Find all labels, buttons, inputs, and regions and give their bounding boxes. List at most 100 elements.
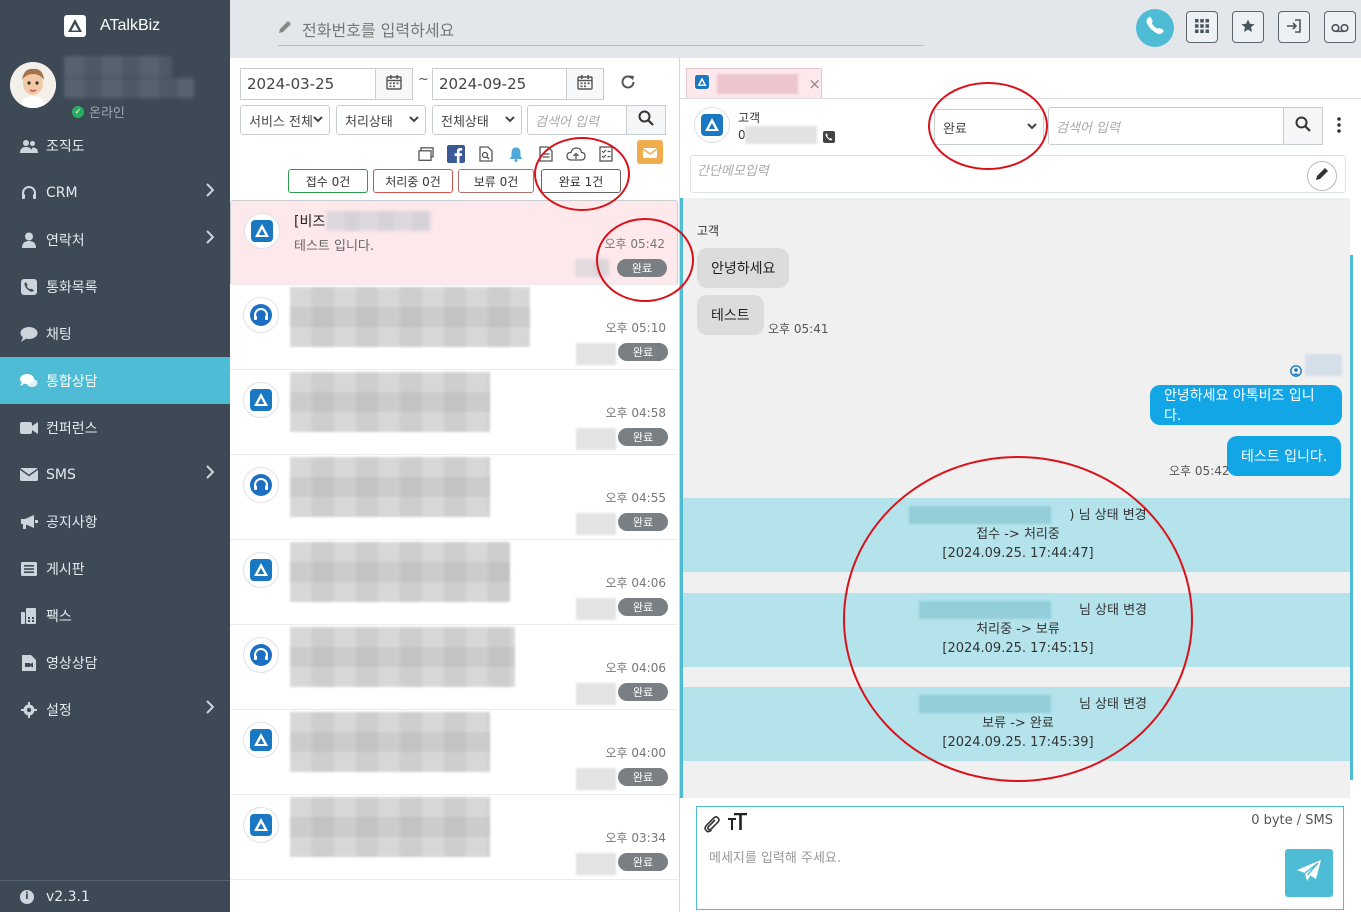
date-from-picker-button[interactable] bbox=[375, 68, 413, 100]
document-icon[interactable] bbox=[536, 144, 556, 164]
envelope-icon bbox=[642, 143, 658, 162]
menu-item-video-consult[interactable]: 영상상담 bbox=[0, 639, 230, 686]
date-from-input[interactable]: 2024-03-25 bbox=[240, 68, 376, 100]
chat-icon bbox=[20, 326, 38, 342]
status-filter-processing[interactable]: 처리중 0건 bbox=[373, 169, 453, 193]
menu-label: 컨퍼런스 bbox=[46, 420, 98, 437]
menu-item-chat[interactable]: 채팅 bbox=[0, 310, 230, 357]
conversation-item[interactable]: [비즈 테스트 입니다. 오후 05:42 완료 bbox=[230, 200, 678, 285]
mail-button[interactable] bbox=[637, 140, 663, 164]
user-profile[interactable]: ✓ 온라인 bbox=[10, 56, 220, 122]
conversation-item[interactable]: 오후 04:00 완료 bbox=[230, 710, 678, 795]
status-filter-done[interactable]: 완료 1건 bbox=[541, 169, 621, 193]
paperclip-icon[interactable] bbox=[703, 815, 721, 837]
dialpad-button[interactable] bbox=[1186, 11, 1218, 43]
menu-item-conference[interactable]: 컨퍼런스 bbox=[0, 404, 230, 451]
incoming-message: 안녕하세요 bbox=[697, 248, 790, 288]
conversation-redacted bbox=[290, 542, 510, 602]
megaphone-icon bbox=[20, 514, 38, 530]
login-button[interactable] bbox=[1278, 11, 1310, 43]
menu-item-integrated-consult[interactable]: 통합상담 bbox=[0, 357, 230, 404]
chat-status-select[interactable]: 완료 bbox=[934, 109, 1044, 145]
conversation-redacted bbox=[290, 627, 515, 687]
memo-save-button[interactable] bbox=[1307, 161, 1337, 191]
conversation-item[interactable]: 오후 04:06 완료 bbox=[230, 625, 678, 710]
chevron-right-icon bbox=[206, 183, 215, 201]
menu-item-org[interactable]: 조직도 bbox=[0, 122, 230, 169]
chat-header: 고객 0 완료 검색어 입력 간단메모입력 bbox=[690, 98, 1352, 194]
agent-name-redacted bbox=[1305, 354, 1342, 376]
bell-icon[interactable] bbox=[506, 144, 526, 164]
menu-item-notice[interactable]: 공지사항 bbox=[0, 498, 230, 545]
list-search-button[interactable] bbox=[626, 105, 666, 135]
menu-item-sms[interactable]: SMS bbox=[0, 451, 230, 498]
service-select[interactable]: 서비스 전체 bbox=[240, 105, 330, 135]
atalk-channel-icon bbox=[244, 213, 280, 249]
list-icon bbox=[20, 561, 38, 576]
call-button[interactable] bbox=[1136, 9, 1174, 47]
menu-item-crm[interactable]: CRM bbox=[0, 169, 230, 216]
conversation-item[interactable]: 오후 04:58 완료 bbox=[230, 370, 678, 455]
thread-scrollbar[interactable] bbox=[1350, 255, 1353, 780]
conversation-item[interactable]: 오후 05:10 완료 bbox=[230, 285, 678, 370]
conversation-title: [비즈 bbox=[294, 214, 326, 230]
menu-item-contacts[interactable]: 연락처 bbox=[0, 216, 230, 263]
calendar-icon bbox=[577, 74, 593, 94]
user-redacted bbox=[919, 695, 1051, 713]
pencil-icon bbox=[278, 19, 292, 38]
chevron-right-icon bbox=[206, 230, 215, 248]
online-status: ✓ 온라인 bbox=[72, 102, 125, 121]
sidebar: ATalkBiz ✓ 온라인 조직도 CRM 연락처 통화목록 채팅 통합상담 … bbox=[0, 0, 230, 912]
favorites-button[interactable] bbox=[1232, 11, 1264, 43]
status-change-notice: 님 상태 변경 처리중 -> 보류 [2024.09.25. 17:45:15] bbox=[683, 593, 1353, 667]
status-filter-hold[interactable]: 보류 0건 bbox=[458, 169, 534, 193]
menu-item-board[interactable]: 게시판 bbox=[0, 545, 230, 592]
date-to-picker-button[interactable] bbox=[566, 68, 604, 100]
status-badge: 완료 bbox=[618, 768, 668, 786]
conversation-item[interactable]: 오후 03:34 완료 bbox=[230, 795, 678, 880]
window-icon[interactable] bbox=[416, 144, 436, 164]
process-status-select[interactable]: 처리상태 bbox=[336, 105, 426, 135]
conversation-item[interactable]: 오후 04:55 완료 bbox=[230, 455, 678, 540]
refresh-icon[interactable] bbox=[620, 74, 636, 94]
list-search-input[interactable]: 검색어 입력 bbox=[527, 105, 627, 135]
envelope-icon bbox=[20, 468, 38, 481]
checklist-icon[interactable] bbox=[596, 144, 616, 164]
conversation-redacted bbox=[290, 287, 530, 347]
compose-placeholder[interactable]: 메세지를 입력해 주세요. bbox=[709, 847, 841, 866]
file-search-icon[interactable] bbox=[476, 144, 496, 164]
atalk-channel-icon bbox=[243, 552, 279, 588]
user-dept-redacted bbox=[64, 78, 194, 98]
byte-counter: 0 byte / SMS bbox=[1251, 813, 1333, 828]
voicemail-button[interactable] bbox=[1324, 11, 1356, 43]
chat-tab[interactable]: × bbox=[686, 68, 822, 98]
phone-number-input[interactable]: 전화번호를 입력하세요 bbox=[278, 12, 924, 46]
facebook-icon[interactable] bbox=[446, 144, 466, 164]
info-icon: i bbox=[20, 889, 34, 904]
conversation-time: 오후 04:00 bbox=[605, 746, 666, 760]
conversation-time: 오후 05:10 bbox=[605, 321, 666, 335]
chat-search-input[interactable]: 검색어 입력 bbox=[1048, 107, 1284, 145]
user-name-redacted bbox=[64, 56, 172, 78]
memo-input[interactable]: 간단메모입력 bbox=[690, 155, 1346, 193]
text-format-icon[interactable] bbox=[728, 812, 748, 835]
send-button[interactable] bbox=[1285, 849, 1333, 897]
status-filter-received[interactable]: 접수 0건 bbox=[288, 169, 368, 193]
brand[interactable]: ATalkBiz bbox=[64, 15, 160, 37]
all-status-select[interactable]: 전체상태 bbox=[432, 105, 522, 135]
cloud-upload-icon[interactable] bbox=[566, 144, 586, 164]
menu-label: 연락처 bbox=[46, 232, 85, 249]
date-to-input[interactable]: 2024-09-25 bbox=[432, 68, 568, 100]
menu-item-fax[interactable]: 팩스 bbox=[0, 592, 230, 639]
conversation-list: [비즈 테스트 입니다. 오후 05:42 완료 오후 05:10 완료 오후 … bbox=[230, 200, 678, 912]
menu-item-call-log[interactable]: 통화목록 bbox=[0, 263, 230, 310]
conversation-time: 오후 04:55 bbox=[605, 491, 666, 505]
menu-item-settings[interactable]: 설정 bbox=[0, 686, 230, 733]
status-change-time: [2024.09.25. 17:44:47] bbox=[942, 546, 1094, 561]
chat-search-button[interactable] bbox=[1283, 107, 1323, 145]
conversation-item[interactable]: 오후 04:06 완료 bbox=[230, 540, 678, 625]
tab-close-button[interactable]: × bbox=[808, 75, 821, 93]
more-options-icon[interactable] bbox=[1337, 117, 1341, 137]
phone-small-icon[interactable] bbox=[823, 128, 835, 147]
conversation-time: 오후 03:34 bbox=[605, 831, 666, 845]
